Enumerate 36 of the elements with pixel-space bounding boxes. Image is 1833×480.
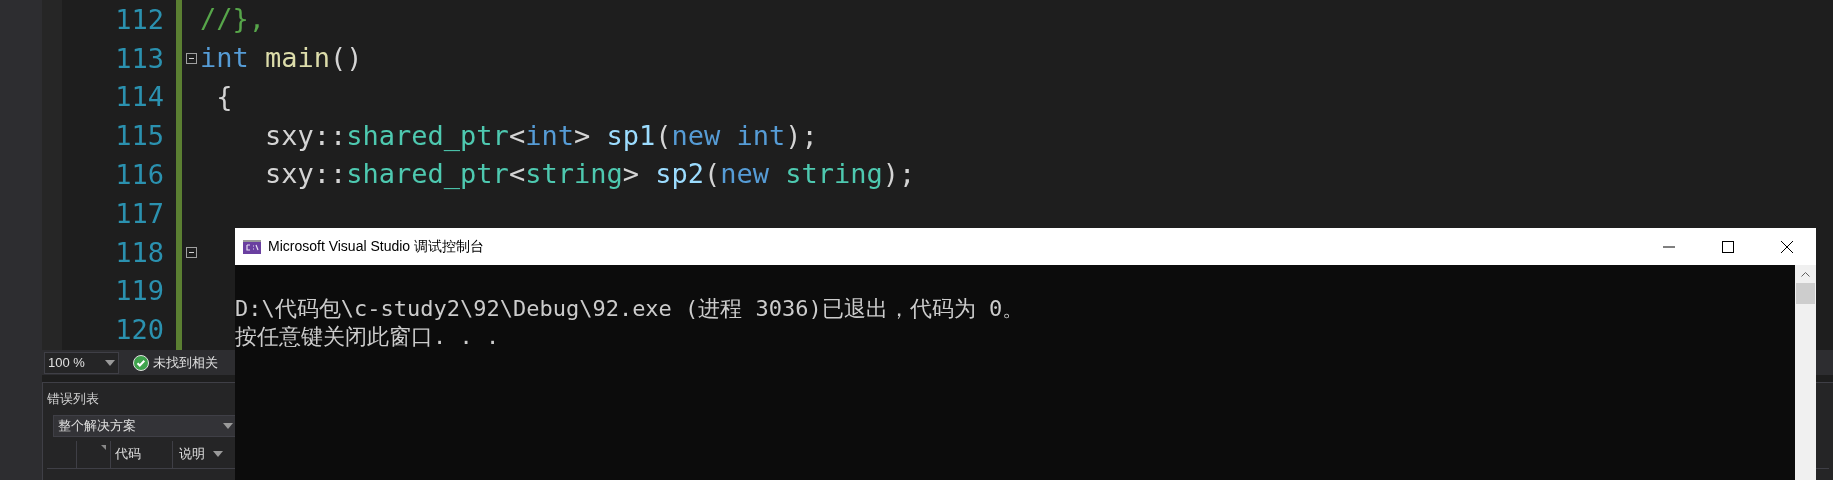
code-line: { <box>215 79 233 114</box>
zoom-dropdown[interactable]: 100 % <box>44 351 119 374</box>
code-line: sxy::shared_ptr<string> sp2(new string); <box>264 157 916 192</box>
column-header[interactable]: 说明 <box>173 440 223 468</box>
sort-icon <box>101 444 106 450</box>
console-output: 按任意键关闭此窗口. . . <box>235 323 501 351</box>
window-title: Microsoft Visual Studio 调试控制台 <box>268 237 485 256</box>
panel-title: 错误列表 <box>47 390 100 408</box>
scroll-up-icon[interactable] <box>1801 272 1810 277</box>
console-app-icon <box>243 239 261 254</box>
line-number: 112 <box>115 5 164 33</box>
column-header[interactable]: 代码 <box>111 440 173 468</box>
line-number: 114 <box>115 83 164 111</box>
collapse-icon[interactable] <box>185 246 197 258</box>
collapse-icon[interactable] <box>185 52 197 64</box>
check-icon <box>133 354 149 371</box>
line-number: 115 <box>115 122 164 150</box>
caret-icon <box>213 451 223 457</box>
scrollbar[interactable] <box>1795 265 1816 480</box>
line-number: 113 <box>115 44 164 72</box>
line-number: 120 <box>115 316 164 344</box>
line-number: 116 <box>115 161 164 189</box>
line-number: 119 <box>115 277 164 305</box>
status-message: 未找到相关 <box>153 353 218 372</box>
console-output: D:\代码包\c-study2\92\Debug\92.exe (进程 3036)已退出，代码为 0。 <box>235 295 1026 323</box>
scope-dropdown[interactable]: 整个解决方案 <box>53 414 238 437</box>
caret-icon <box>105 359 115 366</box>
caret-icon <box>223 422 233 429</box>
line-number: 118 <box>115 238 164 266</box>
code-line: int main() <box>200 40 363 75</box>
code-line: //}, <box>200 2 266 37</box>
scroll-thumb[interactable] <box>1796 283 1815 304</box>
close-icon <box>1780 240 1793 253</box>
line-number: 117 <box>115 199 164 227</box>
maximize-icon <box>1721 240 1734 253</box>
code-line: sxy::shared_ptr<int> sp1(new int); <box>264 118 818 153</box>
